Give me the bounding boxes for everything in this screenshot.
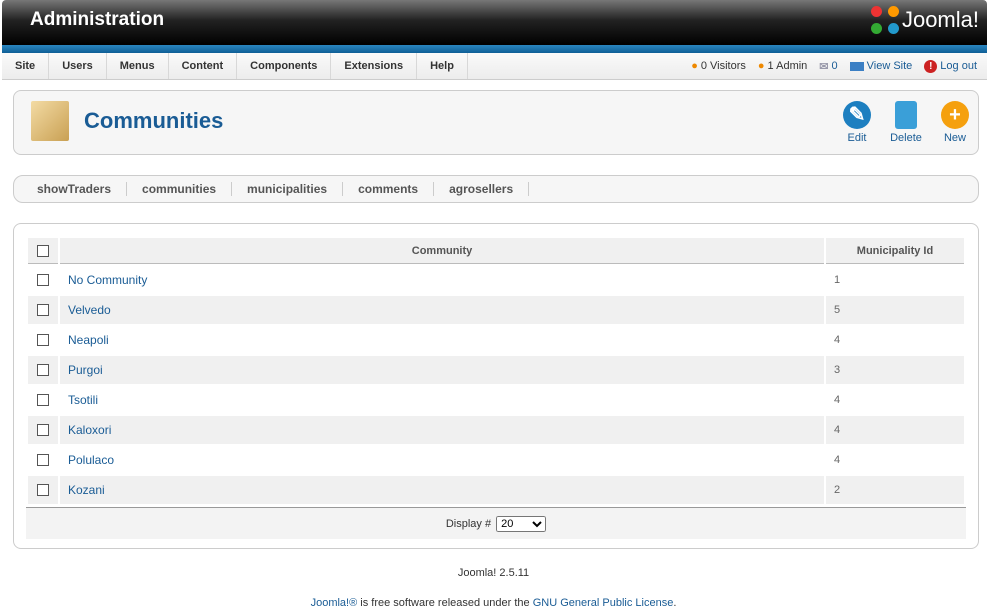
submenu-municipalities[interactable]: municipalities	[232, 182, 344, 196]
delete-button[interactable]: Delete	[886, 101, 926, 144]
menu-content[interactable]: Content	[169, 53, 238, 79]
table-row: Velvedo 5	[28, 296, 964, 324]
admins: ● 1 Admin	[757, 60, 808, 72]
table-row: No Community 1	[28, 266, 964, 294]
row-checkbox[interactable]	[37, 304, 49, 317]
table-row: Neapoli 4	[28, 326, 964, 354]
header: Administration Joomla!	[2, 0, 987, 45]
select-all-checkbox[interactable]	[37, 244, 49, 257]
toolbar: Communities ✎ Edit Delete + New	[13, 90, 979, 155]
menu-users[interactable]: Users	[49, 53, 107, 79]
joomla-link[interactable]: Joomla!®	[311, 597, 358, 609]
users-icon: ●	[691, 60, 698, 72]
communities-table: Community Municipality Id No Community 1 V…	[26, 236, 966, 506]
joomla-logo: Joomla!	[870, 6, 979, 34]
table-row: Kozani 2	[28, 476, 964, 504]
menu-menus[interactable]: Menus	[107, 53, 169, 79]
table-row: Purgoi 3	[28, 356, 964, 384]
municipality-id: 4	[826, 416, 964, 444]
box-icon	[31, 101, 69, 141]
community-link[interactable]: Kaloxori	[68, 423, 111, 437]
joomla-logo-text: Joomla!	[901, 7, 979, 32]
table-row: Tsotili 4	[28, 386, 964, 414]
submenu-agrosellers[interactable]: agrosellers	[434, 182, 530, 196]
row-checkbox[interactable]	[37, 424, 49, 437]
community-link[interactable]: Kozani	[68, 483, 105, 497]
row-checkbox[interactable]	[37, 484, 49, 497]
monitor-icon	[849, 61, 864, 71]
menu-extensions[interactable]: Extensions	[331, 53, 418, 79]
status-bar: ● 0 Visitors ● 1 Admin ✉ 0 View Site ! Log o…	[691, 53, 977, 79]
municipality-id: 5	[826, 296, 964, 324]
submenu-showtraders[interactable]: showTraders	[22, 182, 128, 196]
submenu-comments[interactable]: comments	[343, 182, 435, 196]
trash-icon	[895, 101, 917, 129]
logout-link[interactable]: ! Log out	[924, 59, 977, 73]
header-community[interactable]: Community	[60, 238, 824, 264]
view-site-link[interactable]: View Site	[849, 60, 912, 72]
plus-icon: +	[941, 101, 969, 129]
community-link[interactable]: Velvedo	[68, 303, 111, 317]
row-checkbox[interactable]	[37, 334, 49, 347]
admin-title: Administration	[30, 9, 165, 30]
community-link[interactable]: Neapoli	[68, 333, 109, 347]
municipality-id: 4	[834, 394, 841, 406]
community-link[interactable]: Polulaco	[68, 453, 114, 467]
community-link[interactable]: Purgoi	[68, 363, 103, 377]
messages[interactable]: ✉ 0	[819, 60, 837, 73]
logout-icon: !	[924, 59, 938, 73]
municipality-id: 1	[834, 274, 841, 286]
display-label: Display #	[445, 518, 492, 530]
mail-icon: ✉	[819, 60, 829, 73]
list-panel: Community Municipality Id No Community 1 V…	[13, 223, 979, 549]
header-municipality-id[interactable]: Municipality Id	[826, 238, 964, 264]
row-checkbox[interactable]	[37, 364, 49, 377]
row-checkbox[interactable]	[37, 394, 49, 407]
header-bar	[2, 45, 987, 53]
menu-components[interactable]: Components	[237, 53, 332, 79]
display-limit-select[interactable]: 20	[496, 516, 547, 532]
submenu: showTraders communities municipalities c…	[13, 175, 979, 203]
table-row: Polulaco 4	[28, 446, 964, 474]
menu-help[interactable]: Help	[417, 53, 468, 79]
row-checkbox[interactable]	[37, 274, 49, 287]
page-title: Communities	[84, 108, 224, 133]
community-link[interactable]: No Community	[68, 273, 147, 287]
new-button[interactable]: + New	[935, 101, 975, 144]
edit-button[interactable]: ✎ Edit	[837, 101, 877, 144]
municipality-id: 3	[826, 356, 964, 384]
municipality-id: 4	[834, 454, 841, 466]
submenu-communities[interactable]: communities	[127, 182, 233, 196]
menu-site[interactable]: Site	[2, 53, 50, 79]
gpl-link[interactable]: GNU General Public License	[533, 597, 674, 609]
version: Joomla! 2.5.11	[457, 567, 530, 579]
community-link[interactable]: Tsotili	[68, 393, 98, 407]
admin-icon: ●	[757, 60, 765, 72]
row-checkbox[interactable]	[37, 454, 49, 467]
municipality-id: 2	[826, 476, 964, 504]
table-row: Kaloxori 4	[28, 416, 964, 444]
municipality-id: 4	[834, 334, 841, 346]
pagination: Display # 20	[26, 507, 966, 539]
license: Joomla!® is free software released under…	[310, 597, 677, 609]
pencil-icon: ✎	[843, 101, 871, 129]
visitors: ● 0 Visitors	[691, 60, 746, 72]
joomla-logo-icon	[870, 6, 899, 34]
